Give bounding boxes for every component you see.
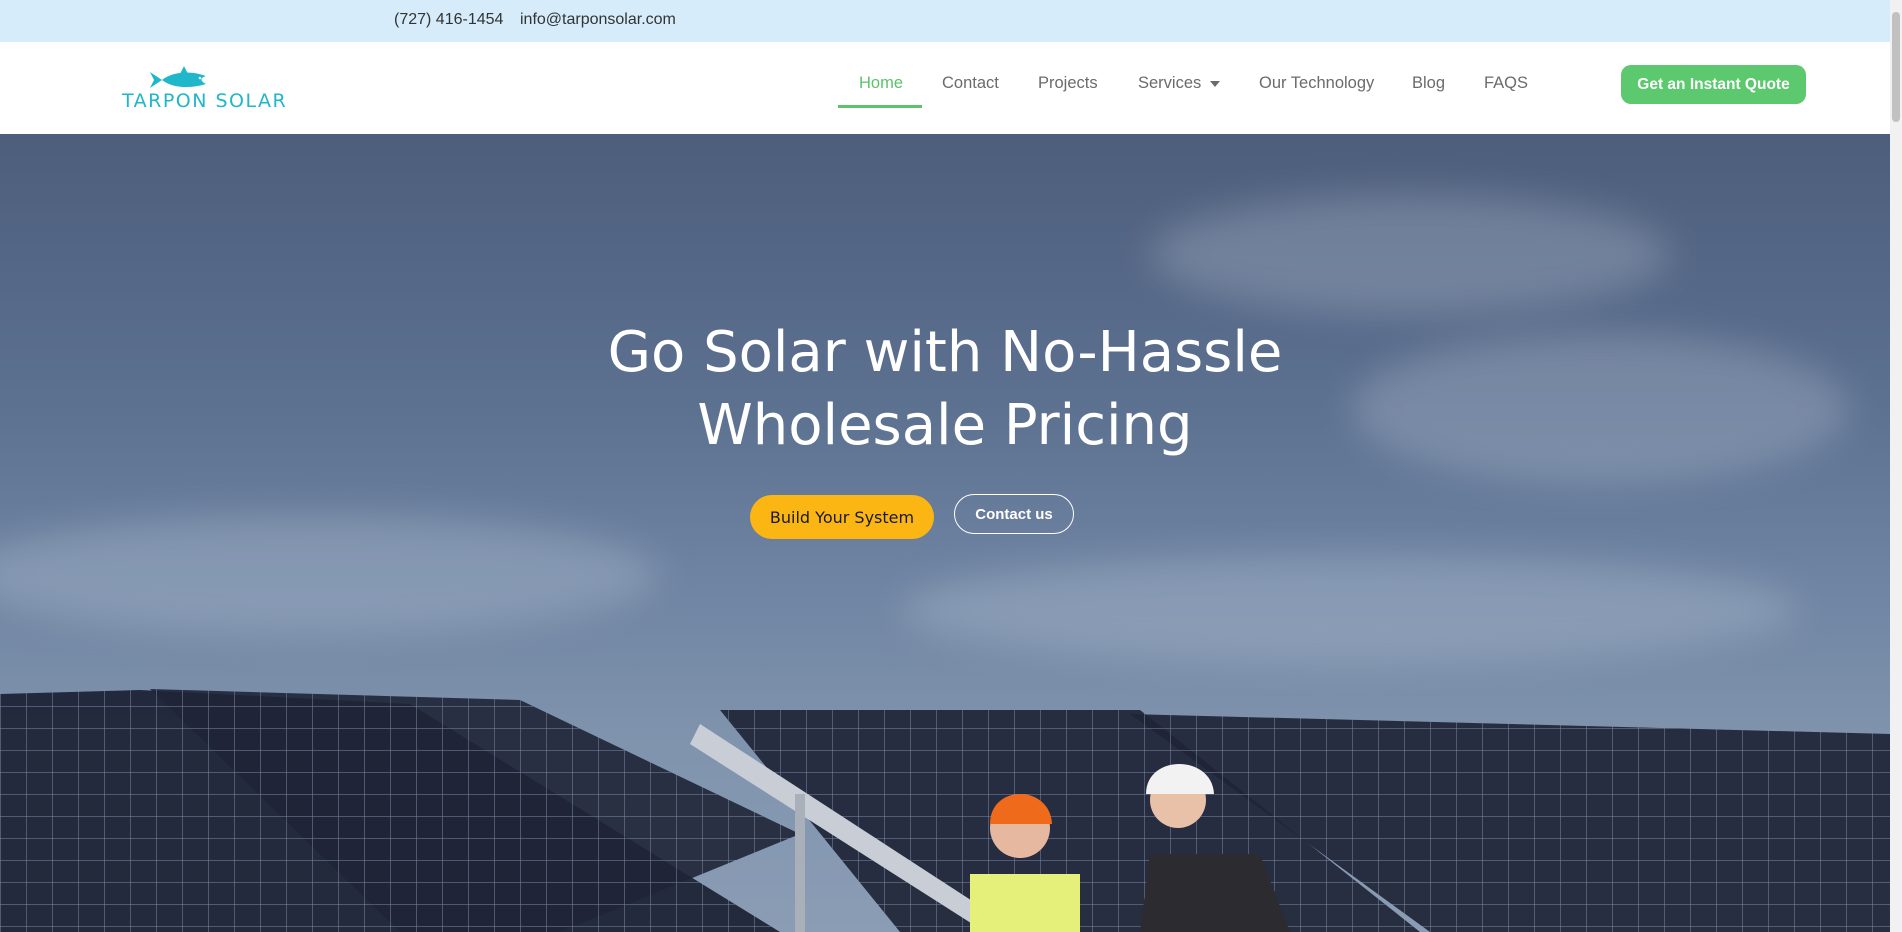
solar-panels-scene: [0, 689, 1890, 932]
top-contact-bar: (727) 416-1454 info@tarponsolar.com: [0, 0, 1890, 42]
active-nav-indicator: [838, 105, 922, 108]
site-header: TARPON SOLAR Home Contact Projects Servi…: [0, 42, 1890, 134]
nav-faqs[interactable]: FAQS: [1484, 74, 1528, 93]
phone-link[interactable]: (727) 416-1454: [394, 11, 503, 29]
site-logo[interactable]: TARPON SOLAR: [120, 60, 286, 116]
contact-us-button[interactable]: Contact us: [954, 494, 1074, 534]
page-scrollbar[interactable]: [1890, 0, 1902, 932]
hero-headline-line1: Go Solar with No-Hassle: [607, 320, 1283, 385]
hero-headline-line2: Wholesale Pricing: [697, 393, 1193, 458]
brand-name: TARPON SOLAR: [122, 90, 288, 112]
nav-contact[interactable]: Contact: [942, 74, 999, 93]
hero-section: Go Solar with No-Hassle Wholesale Pricin…: [0, 134, 1890, 932]
get-quote-button[interactable]: Get an Instant Quote: [1621, 65, 1806, 104]
email-link[interactable]: info@tarponsolar.com: [520, 11, 676, 29]
nav-projects[interactable]: Projects: [1038, 74, 1098, 93]
scrollbar-thumb[interactable]: [1892, 12, 1900, 122]
nav-our-technology[interactable]: Our Technology: [1259, 74, 1374, 93]
hero-headline: Go Solar with No-Hassle Wholesale Pricin…: [0, 316, 1890, 462]
nav-services[interactable]: Services: [1138, 74, 1221, 93]
nav-services-label: Services: [1138, 74, 1202, 92]
build-your-system-button[interactable]: Build Your System: [750, 495, 934, 539]
chevron-down-icon: [1210, 80, 1221, 87]
nav-home[interactable]: Home: [859, 74, 903, 93]
nav-blog[interactable]: Blog: [1412, 74, 1445, 93]
